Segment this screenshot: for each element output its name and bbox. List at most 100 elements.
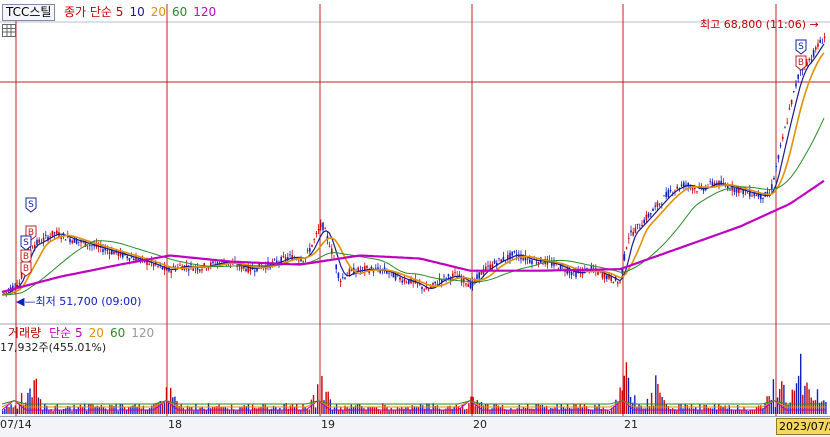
volume-bar	[58, 410, 61, 414]
volume-bar	[8, 407, 10, 414]
candle-body	[157, 265, 159, 267]
volume-bar	[466, 408, 468, 414]
candle-body	[201, 268, 203, 271]
candle-body	[812, 49, 815, 57]
candle-body	[348, 269, 351, 275]
candle-body	[130, 257, 133, 258]
candle-body	[313, 239, 315, 240]
candle-body	[192, 268, 194, 271]
stock-chart[interactable]: SBSBBSB TCC스틸 종가 단순 5 10 20 60 120 최고 68,800…	[0, 0, 830, 437]
volume-bar	[707, 408, 709, 414]
candle-body	[42, 237, 45, 242]
candle-body	[205, 268, 208, 270]
volume-bar	[440, 410, 443, 414]
volume-bar	[382, 403, 384, 414]
volume-bar	[182, 407, 184, 414]
candle-body	[639, 227, 641, 229]
candle-body	[89, 245, 91, 247]
volume-bar	[783, 385, 785, 414]
candle-body	[427, 289, 430, 291]
candle-body	[467, 284, 469, 287]
volume-bar	[800, 353, 802, 414]
candle-body	[51, 230, 54, 237]
volume-bar	[524, 408, 527, 414]
candle-body	[128, 258, 131, 261]
candle-body	[529, 259, 531, 263]
candle-body	[335, 264, 337, 270]
price-chart-canvas[interactable]: SBSBBSB	[0, 0, 830, 437]
candle-body	[18, 282, 21, 284]
volume-bar	[333, 407, 336, 414]
candle-body	[306, 249, 309, 251]
x-label-21: 21	[624, 418, 638, 431]
volume-bar	[621, 390, 623, 414]
volume-bar	[541, 404, 544, 414]
volume-bar	[102, 407, 105, 414]
volume-bar	[352, 407, 355, 414]
volume-bar	[388, 410, 390, 414]
volume-bar	[285, 403, 287, 414]
volume-bar	[566, 403, 569, 414]
volume-bar	[350, 404, 352, 414]
volume-bar	[579, 403, 581, 414]
candle-body	[423, 289, 425, 291]
candle-body	[652, 208, 654, 212]
volume-bar	[27, 392, 29, 414]
volume-bar	[531, 408, 533, 414]
candle-body	[711, 181, 714, 186]
volume-bar	[455, 404, 457, 414]
volume-bar	[537, 403, 539, 414]
candle-body	[302, 260, 304, 262]
volume-bar	[678, 403, 680, 414]
volume-bar	[71, 410, 73, 414]
volume-bar	[705, 404, 707, 414]
volume-bar	[625, 362, 628, 414]
volume-bar	[16, 408, 19, 414]
arrow-right-icon: →	[809, 18, 819, 31]
candle-body	[320, 223, 322, 227]
volume-bar	[319, 401, 321, 414]
candle-body	[667, 190, 670, 198]
stock-name-box[interactable]: TCC스틸	[2, 4, 56, 21]
volume-bar	[634, 395, 636, 414]
volume-bar	[109, 404, 111, 414]
candle-body	[342, 277, 344, 279]
volume-bar	[709, 408, 712, 414]
volume-bar	[20, 393, 23, 414]
volume-bar	[392, 409, 394, 414]
candle-body	[245, 268, 247, 272]
volume-bar	[690, 403, 693, 414]
volume-bar	[14, 405, 16, 414]
candle-body	[691, 188, 694, 191]
candle-body	[755, 194, 758, 197]
volume-bar	[443, 410, 445, 414]
candle-body	[751, 195, 753, 197]
candle-body	[498, 258, 500, 259]
volume-bar	[558, 410, 560, 414]
volume-bar	[806, 382, 808, 414]
candle-body	[148, 263, 150, 265]
candle-body	[315, 232, 318, 235]
volume-bar	[60, 410, 63, 414]
volume-bar	[304, 407, 306, 414]
volume-bar	[310, 399, 313, 414]
candle-body	[337, 272, 340, 278]
candle-body	[746, 192, 749, 194]
volume-bar	[779, 389, 781, 414]
volume-legend-item-2: 60	[109, 326, 126, 340]
volume-bar	[598, 403, 600, 414]
candle-body	[658, 203, 661, 205]
candle-body	[810, 59, 813, 61]
volume-bar	[776, 397, 779, 414]
candle-body	[69, 238, 71, 243]
candle-body	[570, 272, 573, 275]
volume-bar	[732, 410, 735, 414]
volume-bar	[90, 403, 92, 414]
table-icon[interactable]	[2, 24, 16, 37]
candle-body	[432, 282, 434, 285]
candle-body	[309, 248, 311, 252]
volume-bar	[396, 407, 399, 414]
candle-body	[735, 188, 738, 193]
volume-bar	[543, 407, 546, 414]
vol-ma60	[1, 400, 826, 405]
